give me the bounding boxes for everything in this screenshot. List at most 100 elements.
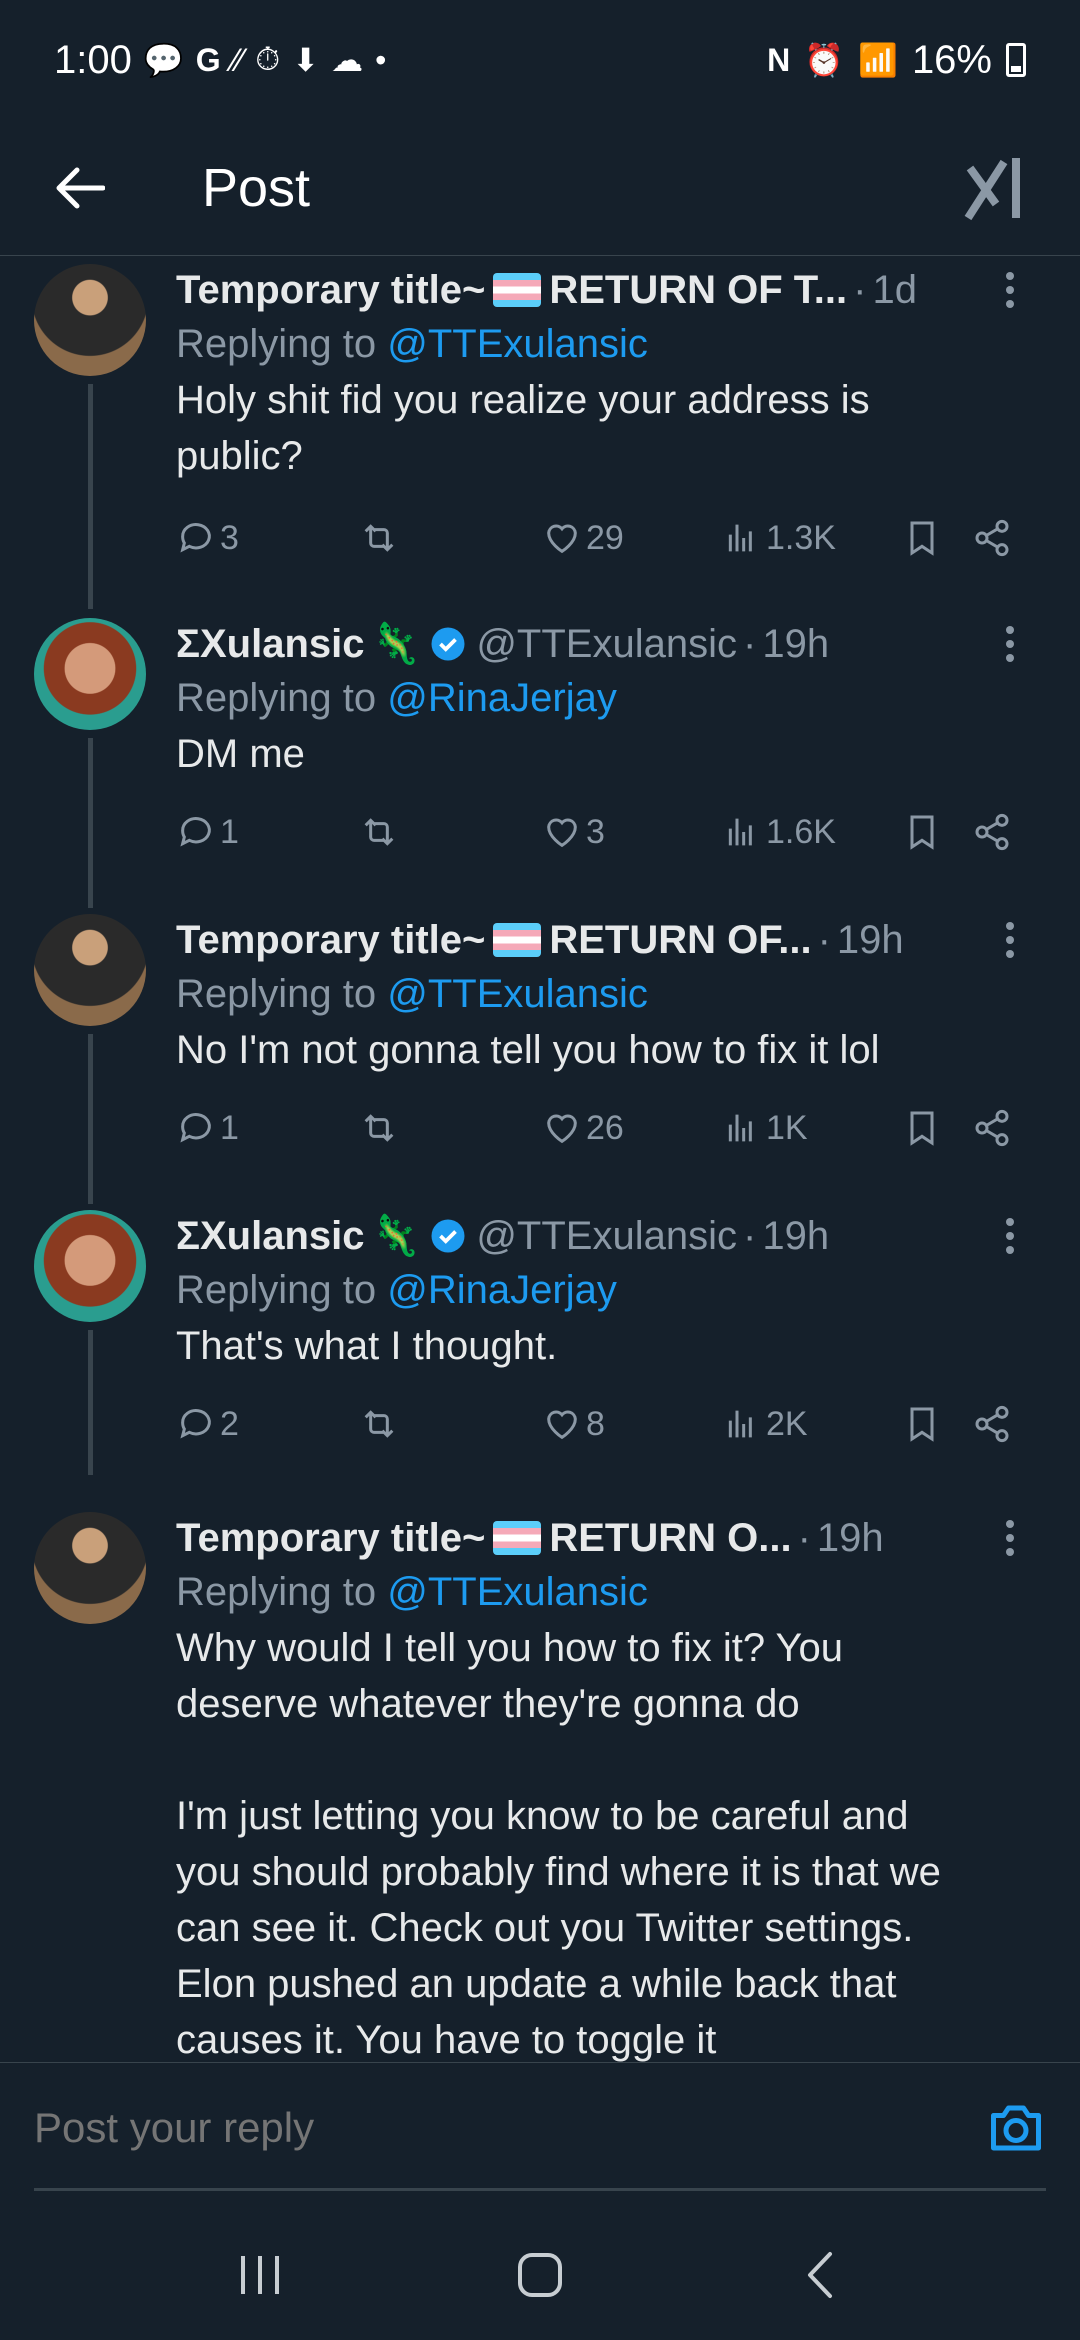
- bookmark-icon: [910, 521, 934, 556]
- grok-icon[interactable]: [960, 148, 1040, 228]
- thread-feed[interactable]: Temporary title~ RETURN OF T... · 1d Rep…: [0, 256, 1080, 2062]
- share-button[interactable]: [972, 812, 1012, 852]
- reply-button[interactable]: 2: [176, 1404, 359, 1444]
- avatar[interactable]: [34, 618, 146, 730]
- share-icon: [975, 1405, 1009, 1443]
- lizard-icon: 🦎: [370, 1214, 421, 1258]
- reply-button[interactable]: 1: [176, 812, 359, 852]
- page-title: Post: [202, 157, 311, 218]
- mention-link[interactable]: @RinaJerjay: [387, 676, 617, 720]
- avatar[interactable]: [34, 264, 146, 376]
- reply-composer: [0, 2062, 1080, 2192]
- bookmark-button[interactable]: [902, 518, 972, 558]
- notification-icon: ⁄⁄: [232, 41, 244, 78]
- reply-button[interactable]: 3: [176, 518, 359, 558]
- heart-icon: [547, 818, 577, 848]
- author-name-suffix[interactable]: RETURN OF...: [549, 914, 811, 966]
- views-button[interactable]: 2K: [722, 1404, 902, 1444]
- author-name-suffix[interactable]: RETURN O...: [549, 1512, 791, 1564]
- reply-button[interactable]: 1: [176, 1108, 359, 1148]
- nfc-icon: N: [767, 41, 791, 78]
- tweet-time[interactable]: 1d: [872, 264, 917, 316]
- like-button[interactable]: 26: [542, 1108, 722, 1148]
- avatar[interactable]: [34, 1210, 146, 1322]
- retweet-button[interactable]: [359, 1404, 542, 1444]
- tweet-time[interactable]: 19h: [762, 618, 829, 670]
- camera-icon[interactable]: [986, 2098, 1046, 2158]
- views-button[interactable]: 1.3K: [722, 518, 902, 558]
- avatar[interactable]: [34, 914, 146, 1026]
- retweet-icon: [364, 524, 394, 552]
- mention-link[interactable]: @TTExulansic: [387, 1570, 648, 1614]
- tweet-time[interactable]: 19h: [762, 1210, 829, 1262]
- tweet-time[interactable]: 19h: [817, 1512, 884, 1564]
- reply-input[interactable]: [34, 2103, 986, 2152]
- more-options-button[interactable]: [990, 1512, 1030, 1564]
- author-handle[interactable]: @TTExulansic: [476, 618, 737, 670]
- reply-icon: [180, 1409, 211, 1439]
- more-options-button[interactable]: [990, 1210, 1030, 1262]
- tweet-time[interactable]: 19h: [837, 914, 904, 966]
- retweet-icon: [364, 1114, 394, 1142]
- reply-icon: [180, 817, 211, 847]
- verified-badge-icon: [431, 627, 465, 661]
- tweet-text: DM me: [176, 732, 305, 776]
- back-button[interactable]: [0, 120, 160, 256]
- replying-to: Replying to @RinaJerjay: [176, 676, 617, 720]
- reply-icon: [180, 1113, 211, 1143]
- trans-flag-icon: [493, 273, 542, 307]
- views-button[interactable]: 1.6K: [722, 812, 902, 852]
- mention-link[interactable]: @TTExulansic: [387, 972, 648, 1016]
- bookmark-button[interactable]: [902, 1404, 972, 1444]
- home-button[interactable]: [490, 2235, 590, 2315]
- retweet-button[interactable]: [359, 518, 542, 558]
- author-name[interactable]: Temporary title~: [176, 264, 485, 316]
- bookmark-button[interactable]: [902, 812, 972, 852]
- mention-link[interactable]: @TTExulansic: [387, 322, 648, 366]
- avatar[interactable]: [34, 1512, 146, 1624]
- like-button[interactable]: 8: [542, 1404, 722, 1444]
- share-button[interactable]: [972, 1404, 1012, 1444]
- views-button[interactable]: 1K: [722, 1108, 902, 1148]
- like-button[interactable]: 29: [542, 518, 722, 558]
- status-bar: 1:00 💬 G ⁄⁄ ⏱ ⬇ ☁ • N ⏰ 📶 16%: [0, 0, 1080, 120]
- wifi-icon: 📶: [858, 42, 898, 78]
- reply-icon: [180, 523, 211, 553]
- system-back-button[interactable]: [770, 2235, 870, 2315]
- share-button[interactable]: [972, 1108, 1012, 1148]
- views-icon: [728, 818, 752, 846]
- tweet-text: Holy shit fid you realize your address i…: [176, 378, 870, 478]
- retweet-button[interactable]: [359, 812, 542, 852]
- author-name[interactable]: Temporary title~: [176, 1512, 485, 1564]
- mention-link[interactable]: @RinaJerjay: [387, 1268, 617, 1312]
- author-name-suffix[interactable]: RETURN OF T...: [549, 264, 847, 316]
- like-button[interactable]: 3: [542, 812, 722, 852]
- author-handle[interactable]: @TTExulansic: [476, 1210, 737, 1262]
- trans-flag-icon: [493, 923, 542, 957]
- google-icon: G: [195, 41, 221, 78]
- author-name[interactable]: ΣXulansic: [176, 1210, 365, 1262]
- alarm-icon: ⏰: [804, 42, 845, 78]
- share-button[interactable]: [972, 518, 1012, 558]
- author-name[interactable]: Temporary title~: [176, 914, 485, 966]
- more-options-button[interactable]: [990, 618, 1030, 670]
- dot-icon: •: [375, 41, 387, 78]
- lizard-icon: 🦎: [370, 622, 421, 666]
- retweet-icon: [364, 818, 394, 846]
- retweet-button[interactable]: [359, 1108, 542, 1148]
- recents-icon: [241, 2256, 279, 2294]
- tweet-text: No I'm not gonna tell you how to fix it …: [176, 1028, 880, 1072]
- retweet-icon: [364, 1410, 394, 1438]
- bookmark-button[interactable]: [902, 1108, 972, 1148]
- replying-to: Replying to @TTExulansic: [176, 972, 648, 1016]
- more-options-button[interactable]: [990, 264, 1030, 316]
- bookmark-icon: [910, 1407, 934, 1442]
- battery-icon: [1006, 43, 1026, 77]
- views-icon: [728, 524, 752, 552]
- more-options-button[interactable]: [990, 914, 1030, 966]
- reply-underline: [34, 2188, 1046, 2191]
- chat-bubble-icon: 💬: [143, 42, 184, 78]
- author-name[interactable]: ΣXulansic: [176, 618, 365, 670]
- battery-percent: 16%: [911, 37, 992, 82]
- recent-apps-button[interactable]: [210, 2235, 310, 2315]
